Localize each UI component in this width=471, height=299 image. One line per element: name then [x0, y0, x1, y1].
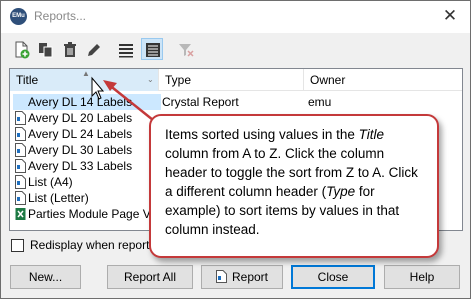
filter-clear-button[interactable]	[174, 38, 196, 60]
report-all-button[interactable]: Report All	[107, 265, 193, 289]
report-button-label: Report	[231, 270, 269, 284]
callout-text-2: column from A to Z. Click the column hea…	[165, 146, 418, 199]
report-button[interactable]: Report	[201, 265, 283, 289]
callout-title-word: Title	[358, 127, 384, 142]
row-title: Avery DL 24 Labels	[28, 127, 133, 141]
emu-app-icon: EMu	[10, 8, 27, 25]
tooltip-callout: Items sorted using values in the Title c…	[149, 114, 439, 258]
new-report-button[interactable]	[10, 38, 32, 60]
delete-button[interactable]	[58, 38, 80, 60]
close-button[interactable]: Close	[291, 265, 375, 289]
copy-report-icon	[39, 43, 53, 58]
help-button[interactable]: Help	[384, 265, 460, 289]
report-all-button-label: Report All	[123, 270, 177, 284]
column-dropdown-icon[interactable]: ⌄	[147, 76, 154, 84]
toolbar	[1, 33, 470, 63]
document-icon	[215, 270, 227, 284]
list-item[interactable]: Avery DL 14 Labels Crystal Report emu	[10, 94, 462, 110]
help-button-label: Help	[409, 270, 435, 284]
new-button[interactable]: New...	[10, 265, 81, 289]
copy-report-button[interactable]	[34, 38, 56, 60]
row-owner: emu	[308, 95, 332, 109]
redisplay-checkbox[interactable]	[11, 239, 24, 252]
details-view-icon	[146, 43, 160, 57]
column-type-label: Type	[165, 73, 192, 87]
callout-text-1: Items sorted using values in the	[165, 127, 359, 142]
row-type: Crystal Report	[162, 95, 239, 109]
row-title: Avery DL 30 Labels	[28, 143, 133, 157]
callout-type-word: Type	[326, 184, 356, 199]
new-button-label: New...	[28, 270, 63, 284]
edit-button[interactable]	[82, 38, 104, 60]
sort-ascending-icon: ▲	[82, 69, 90, 78]
row-title: Avery DL 14 Labels	[13, 94, 161, 110]
list-view-button[interactable]	[114, 38, 136, 60]
delete-icon	[64, 42, 76, 57]
column-header-type[interactable]: Type	[159, 69, 303, 91]
new-report-icon	[15, 41, 30, 59]
edit-icon	[88, 44, 100, 56]
row-title: List (A4)	[28, 175, 73, 189]
close-button-label: Close	[317, 270, 349, 284]
column-header-owner[interactable]: Owner	[304, 69, 462, 91]
window-title: Reports...	[34, 9, 87, 23]
title-bar: EMu Reports... ✕	[1, 1, 470, 33]
row-title: List (Letter)	[28, 191, 89, 205]
column-owner-label: Owner	[310, 73, 346, 87]
row-title: Parties Module Page View	[28, 207, 161, 221]
close-window-button[interactable]: ✕	[433, 3, 467, 29]
filter-clear-icon	[179, 44, 194, 57]
row-title: Avery DL 33 Labels	[28, 159, 133, 173]
list-view-icon	[119, 44, 133, 58]
list-header: Title ▲ ⌄ Type Owner	[10, 69, 462, 91]
row-title: Avery DL 20 Labels	[28, 111, 133, 125]
details-view-button[interactable]	[141, 38, 163, 60]
column-title-label: Title	[16, 73, 39, 87]
